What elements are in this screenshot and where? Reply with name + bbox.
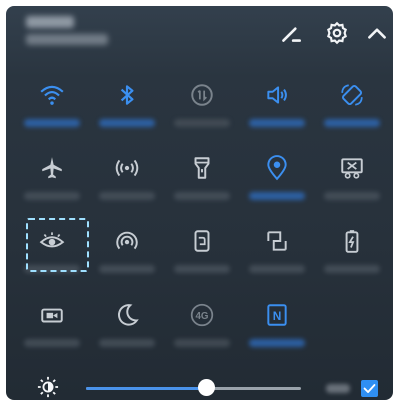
tile-location[interactable] — [245, 151, 309, 221]
screenshot-icon — [339, 155, 365, 181]
multi-screen-icon — [264, 228, 290, 254]
tile-4g[interactable]: 4G — [170, 298, 234, 368]
tile-do-not-disturb[interactable] — [95, 298, 159, 368]
nfc-badge-text: N — [273, 309, 282, 323]
screen-recorder-icon — [39, 302, 65, 328]
4g-icon: 4G — [189, 302, 215, 328]
airplane-icon — [39, 155, 65, 181]
wireless-share-icon — [114, 228, 140, 254]
tile-nfc[interactable]: N — [245, 298, 309, 368]
brightness-slider-thumb[interactable] — [197, 379, 215, 396]
tile-multi-screen[interactable] — [245, 224, 309, 294]
quick-settings-panel: 4G N — [6, 6, 393, 400]
tile-label — [249, 265, 305, 273]
rotate-icon — [339, 82, 365, 108]
hotspot-icon — [114, 155, 140, 181]
tile-sound[interactable] — [245, 78, 309, 148]
tile-label — [99, 265, 155, 273]
wifi-icon — [39, 82, 65, 108]
tile-label — [174, 265, 230, 273]
tile-label — [249, 119, 305, 127]
tile-label — [324, 265, 380, 273]
bluetooth-icon — [114, 82, 140, 108]
gear-icon[interactable] — [324, 20, 350, 46]
tile-label — [324, 192, 380, 200]
pencil-icon[interactable] — [278, 20, 304, 46]
tile-label — [174, 339, 230, 347]
tile-label — [99, 192, 155, 200]
tile-mobile-data[interactable] — [170, 78, 234, 148]
tile-screen-recorder[interactable] — [20, 298, 84, 368]
tile-label — [24, 119, 80, 127]
tile-label — [24, 192, 80, 200]
tile-label — [324, 119, 380, 127]
tile-label — [249, 339, 305, 347]
mobile-data-icon — [189, 82, 215, 108]
nfc-icon: N — [264, 302, 290, 328]
tile-wireless-share[interactable] — [95, 224, 159, 294]
moon-icon — [114, 302, 140, 328]
auto-brightness-label — [326, 384, 350, 393]
tile-label — [99, 339, 155, 347]
tile-airplane[interactable] — [20, 151, 84, 221]
status-text-blurred — [26, 16, 74, 28]
tile-power-saving[interactable] — [320, 224, 384, 294]
tile-auto-rotate[interactable] — [320, 78, 384, 148]
projection-icon — [189, 228, 215, 254]
tile-wifi[interactable] — [20, 78, 84, 148]
highlight-box — [26, 218, 89, 272]
auto-brightness-checkbox[interactable] — [361, 380, 378, 397]
chevron-up-icon[interactable] — [364, 20, 390, 46]
speaker-icon — [264, 82, 290, 108]
flashlight-icon — [189, 155, 215, 181]
status-subtext-blurred — [26, 34, 108, 45]
tile-flashlight[interactable] — [170, 151, 234, 221]
tile-screen-projection[interactable] — [170, 224, 234, 294]
tile-label — [249, 192, 305, 200]
battery-icon — [339, 228, 365, 254]
tile-bluetooth[interactable] — [95, 78, 159, 148]
brightness-slider-track[interactable] — [86, 387, 301, 390]
brightness-slider-fill — [86, 387, 207, 390]
tile-label — [99, 119, 155, 127]
location-icon — [264, 155, 290, 181]
tile-label — [174, 119, 230, 127]
tile-label — [24, 339, 80, 347]
tile-screenshot[interactable] — [320, 151, 384, 221]
brightness-icon — [37, 376, 59, 398]
tile-hotspot[interactable] — [95, 151, 159, 221]
4g-badge-text: 4G — [195, 311, 208, 322]
tile-label — [174, 192, 230, 200]
checkmark-icon — [363, 384, 376, 393]
